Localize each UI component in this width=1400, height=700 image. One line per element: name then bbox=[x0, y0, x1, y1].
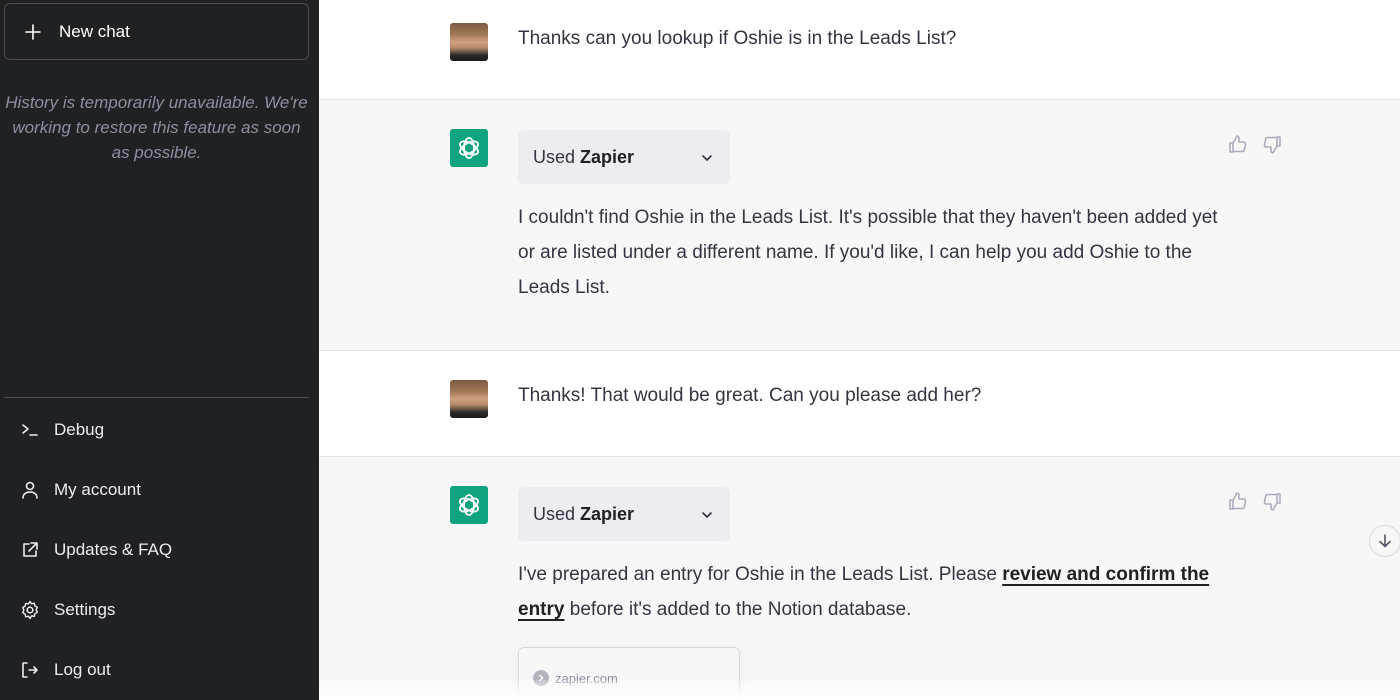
sidebar-item-updates-faq[interactable]: Updates & FAQ bbox=[4, 526, 309, 574]
plugin-used-label: Used Zapier bbox=[533, 146, 635, 167]
new-chat-label: New chat bbox=[59, 21, 130, 41]
assistant-message: Used Zapier I couldn't find Oshie in the… bbox=[319, 100, 1400, 351]
assistant-avatar bbox=[450, 486, 488, 524]
message-text: I couldn't find Oshie in the Leads List.… bbox=[518, 207, 1218, 298]
openai-logo-icon bbox=[459, 137, 479, 159]
assistant-message: Used Zapier I've prepared an entry for O… bbox=[319, 457, 1400, 700]
history-unavailable-note: History is temporarily unavailable. We'r… bbox=[5, 93, 308, 162]
sidebar-item-debug[interactable]: Debug bbox=[4, 406, 309, 454]
feedback-buttons bbox=[1227, 491, 1283, 512]
user-message: Thanks! That would be great. Can you ple… bbox=[319, 351, 1400, 457]
user-message: Thanks can you lookup if Oshie is in the… bbox=[319, 0, 1400, 100]
thumbs-up-icon[interactable] bbox=[1227, 491, 1248, 512]
plugin-used-toggle[interactable]: Used Zapier bbox=[518, 487, 730, 541]
sidebar-item-label: Debug bbox=[54, 420, 105, 439]
message-text: Thanks! That would be great. Can you ple… bbox=[518, 385, 982, 406]
sidebar-item-label: My account bbox=[54, 480, 141, 499]
plugin-used-toggle[interactable]: Used Zapier bbox=[518, 130, 730, 184]
feedback-buttons bbox=[1227, 134, 1283, 155]
sidebar-item-settings[interactable]: Settings bbox=[4, 586, 309, 634]
terminal-icon bbox=[20, 420, 40, 440]
arrow-down-icon bbox=[1379, 534, 1391, 548]
thumbs-up-icon[interactable] bbox=[1227, 134, 1248, 155]
plus-icon bbox=[23, 23, 43, 41]
new-chat-button[interactable]: New chat bbox=[4, 3, 309, 60]
sidebar: New chat History is temporarily unavaila… bbox=[0, 0, 319, 700]
logout-icon bbox=[20, 660, 40, 680]
bottom-fade bbox=[319, 680, 1400, 700]
sidebar-item-label: Updates & FAQ bbox=[54, 540, 173, 559]
gear-icon bbox=[20, 600, 40, 620]
thumbs-down-icon[interactable] bbox=[1262, 134, 1283, 155]
chevron-down-icon bbox=[700, 149, 714, 170]
user-icon bbox=[20, 480, 40, 500]
message-text: I've prepared an entry for Oshie in the … bbox=[518, 564, 1210, 620]
scroll-to-bottom-button[interactable] bbox=[1369, 525, 1400, 557]
external-link-icon bbox=[20, 540, 40, 560]
sidebar-divider bbox=[4, 397, 309, 398]
conversation-area: Thanks can you lookup if Oshie is in the… bbox=[319, 0, 1400, 700]
sidebar-item-label: Settings bbox=[54, 600, 116, 619]
thumbs-down-icon[interactable] bbox=[1262, 491, 1283, 512]
chevron-down-icon bbox=[700, 506, 714, 527]
openai-logo-icon bbox=[459, 494, 479, 516]
plugin-used-label: Used Zapier bbox=[533, 503, 635, 524]
sidebar-item-label: Log out bbox=[54, 660, 111, 679]
assistant-avatar bbox=[450, 129, 488, 167]
sidebar-item-my-account[interactable]: My account bbox=[4, 466, 309, 514]
message-text: Thanks can you lookup if Oshie is in the… bbox=[518, 28, 957, 49]
sidebar-item-log-out[interactable]: Log out bbox=[4, 646, 309, 694]
user-avatar bbox=[450, 380, 488, 418]
user-avatar bbox=[450, 23, 488, 61]
